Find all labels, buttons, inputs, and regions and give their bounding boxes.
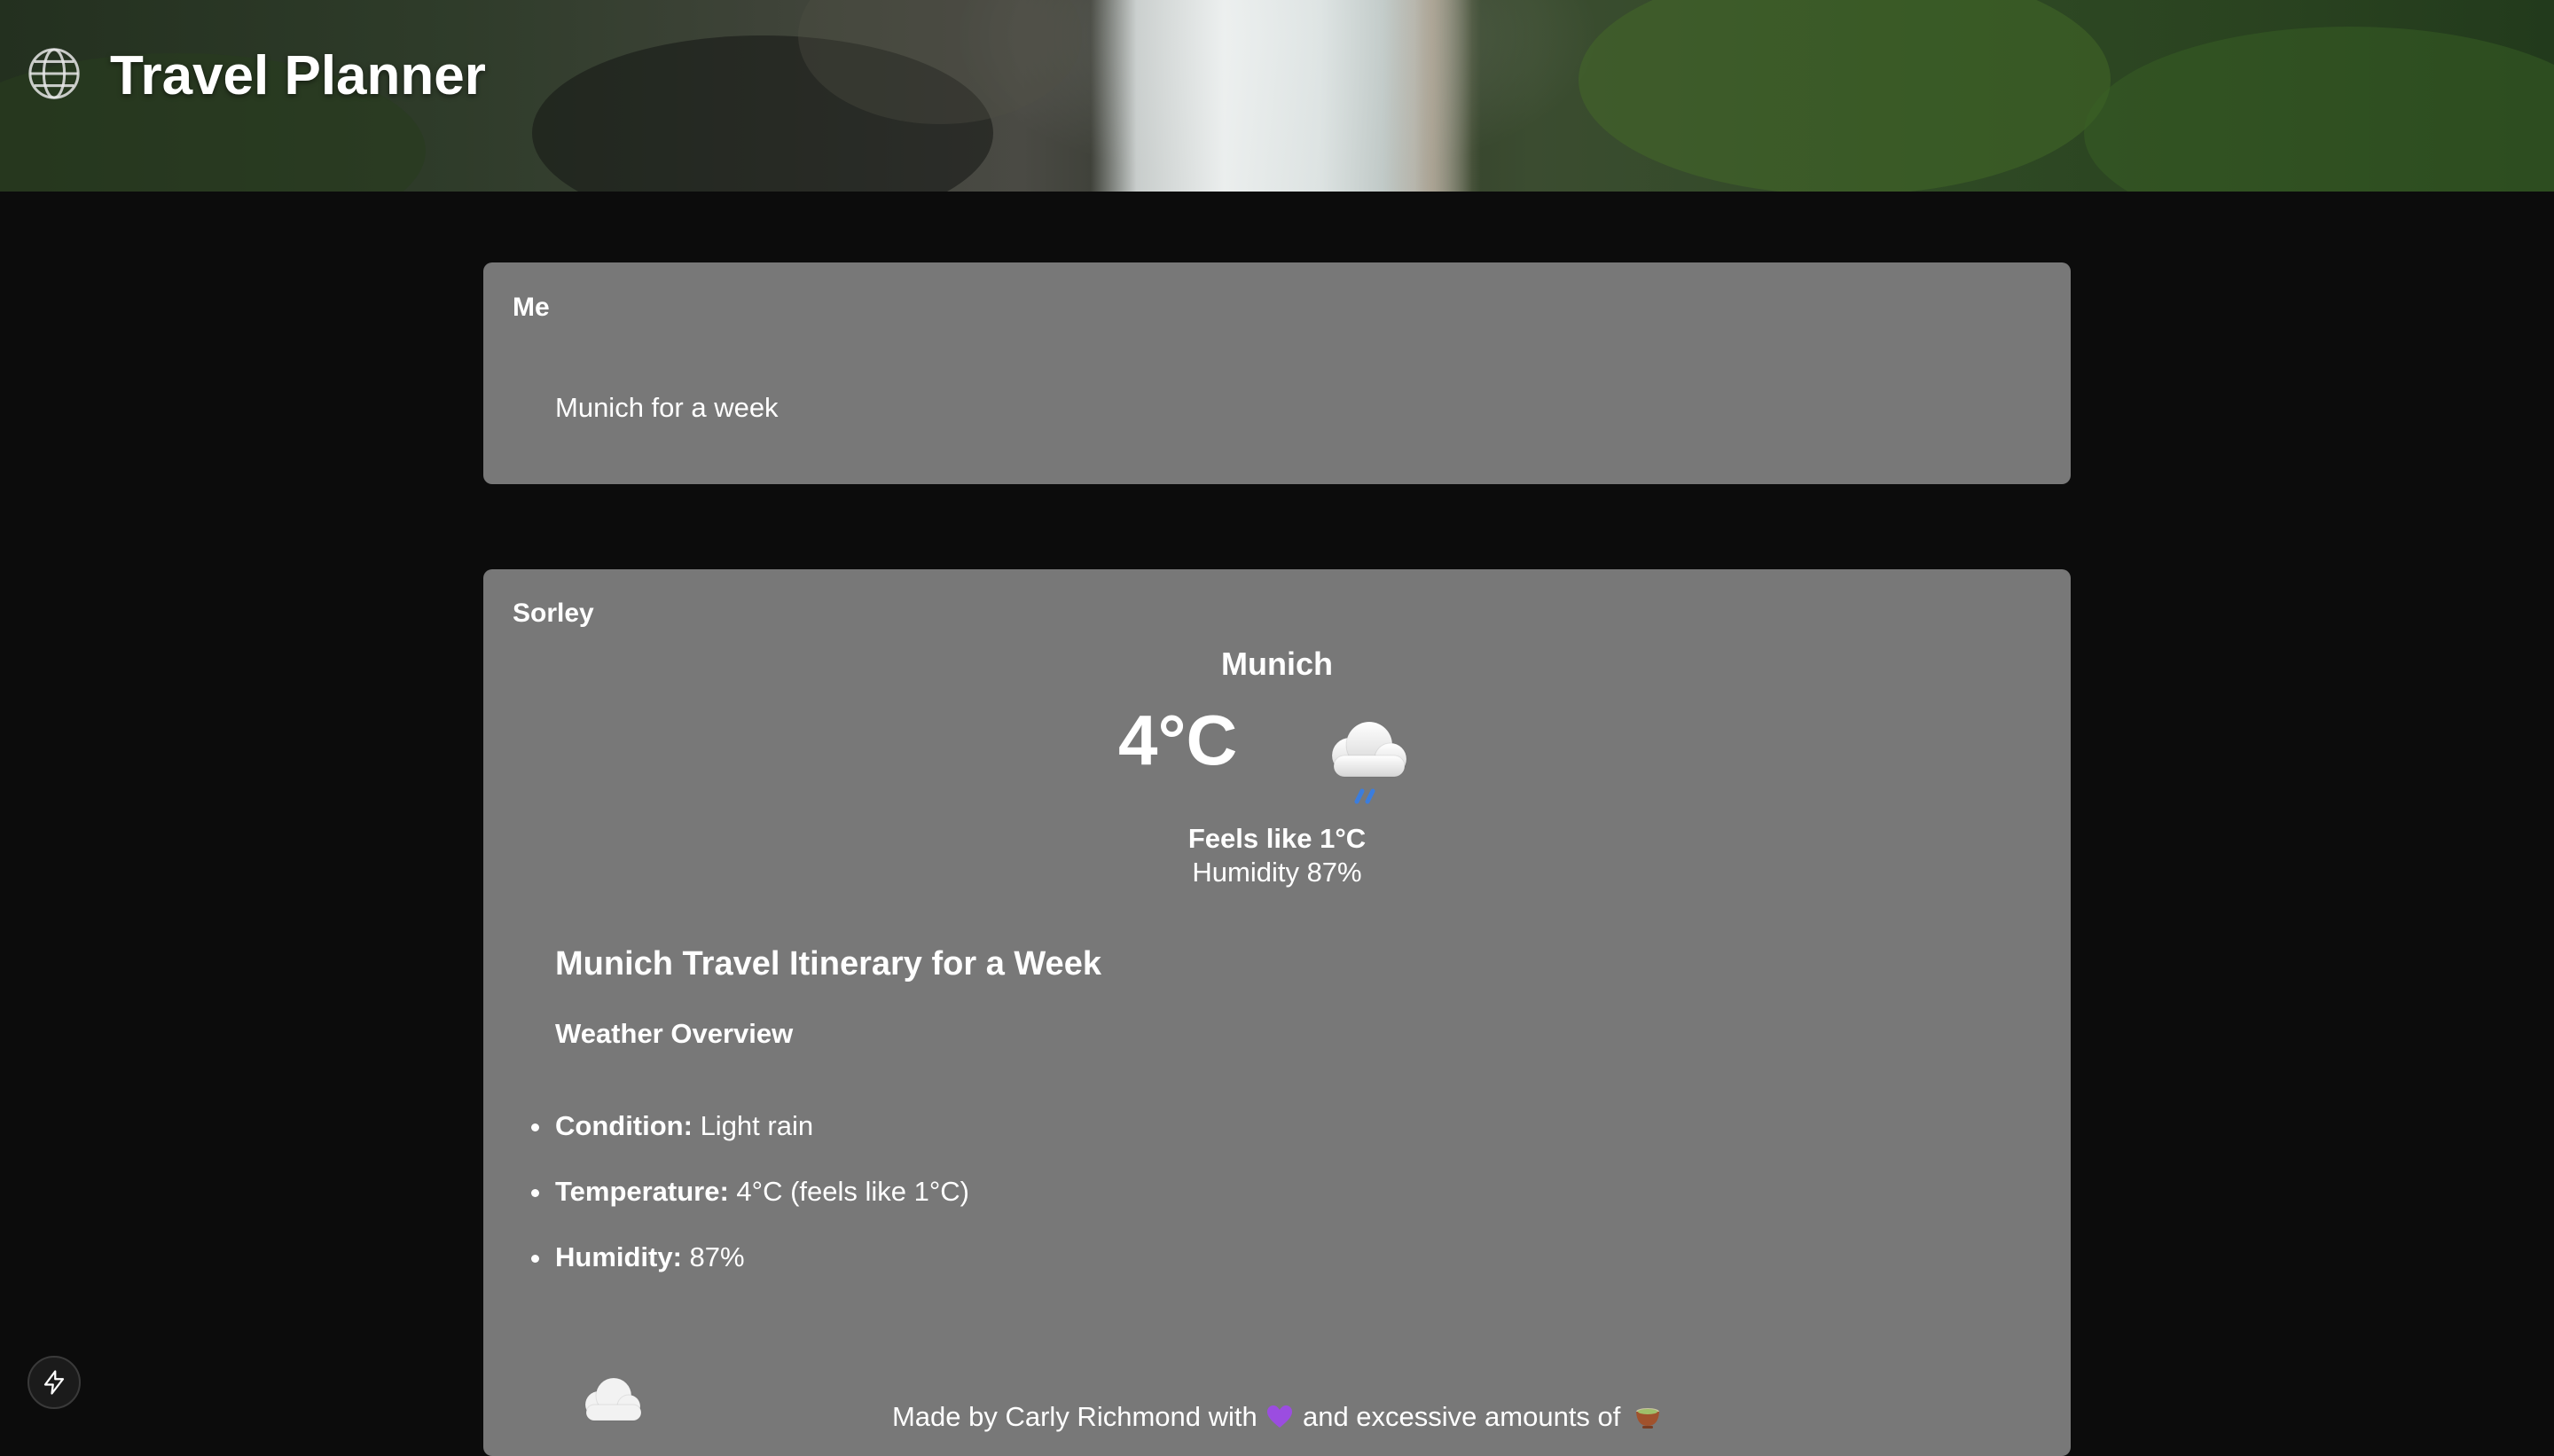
tea-bowl-icon: [1636, 1408, 1660, 1429]
purple-heart-icon: [1267, 1405, 1293, 1428]
banner-waterfall-edge: [1383, 0, 1481, 192]
sender-name: Sorley: [513, 599, 594, 628]
bullet: [531, 1255, 539, 1263]
fact-value: 4°C (feels like 1°C): [728, 1176, 969, 1207]
message-text: Munich for a week: [555, 392, 779, 423]
header-banner: Travel Planner: [0, 0, 2554, 192]
fact-label: Temperature:: [555, 1176, 729, 1207]
itinerary-title: Munich Travel Itinerary for a Week: [555, 945, 1101, 982]
fact-value: Light rain: [692, 1110, 814, 1141]
footer-text-before: Made by Carly Richmond with: [891, 1401, 1265, 1432]
globe-icon: [28, 48, 80, 99]
fact-value: 87%: [681, 1241, 745, 1272]
itinerary-subtitle: Weather Overview: [555, 1018, 794, 1049]
weather-feels-like: Feels like 1°C: [1187, 823, 1367, 854]
weather-facts-list: Condition: Light rain Temperature: 4°C (…: [531, 1110, 969, 1307]
list-item: Humidity: 87%: [531, 1241, 969, 1307]
sender-name: Me: [513, 293, 550, 322]
bullet: [531, 1189, 539, 1197]
message-card-user: Me Munich for a week: [483, 262, 2071, 484]
footer-credit: Made by Carly Richmond with and excessiv…: [0, 1401, 2554, 1433]
fact-label: Humidity:: [555, 1241, 682, 1272]
app-title: Travel Planner: [110, 45, 486, 106]
bullet: [531, 1123, 539, 1131]
list-item: Temperature: 4°C (feels like 1°C): [531, 1176, 969, 1241]
weather-temperature: 4°C: [1118, 701, 1238, 779]
quick-action-button[interactable]: [27, 1356, 81, 1409]
list-item: Condition: Light rain: [531, 1110, 969, 1176]
cloud-rain-icon: [1331, 721, 1407, 804]
banner-foliage-far-right: [2084, 27, 2554, 192]
footer-text-middle: and excessive amounts of: [1295, 1401, 1629, 1432]
banner-foliage-right: [1579, 0, 2111, 192]
weather-humidity: Humidity 87%: [1192, 857, 1362, 888]
lightning-icon: [43, 1370, 65, 1395]
fact-label: Condition:: [555, 1110, 693, 1141]
weather-city: Munich: [1221, 646, 1333, 682]
message-card-assistant: Sorley Munich 4°C Feels like 1°C Humidit…: [483, 569, 2071, 1456]
